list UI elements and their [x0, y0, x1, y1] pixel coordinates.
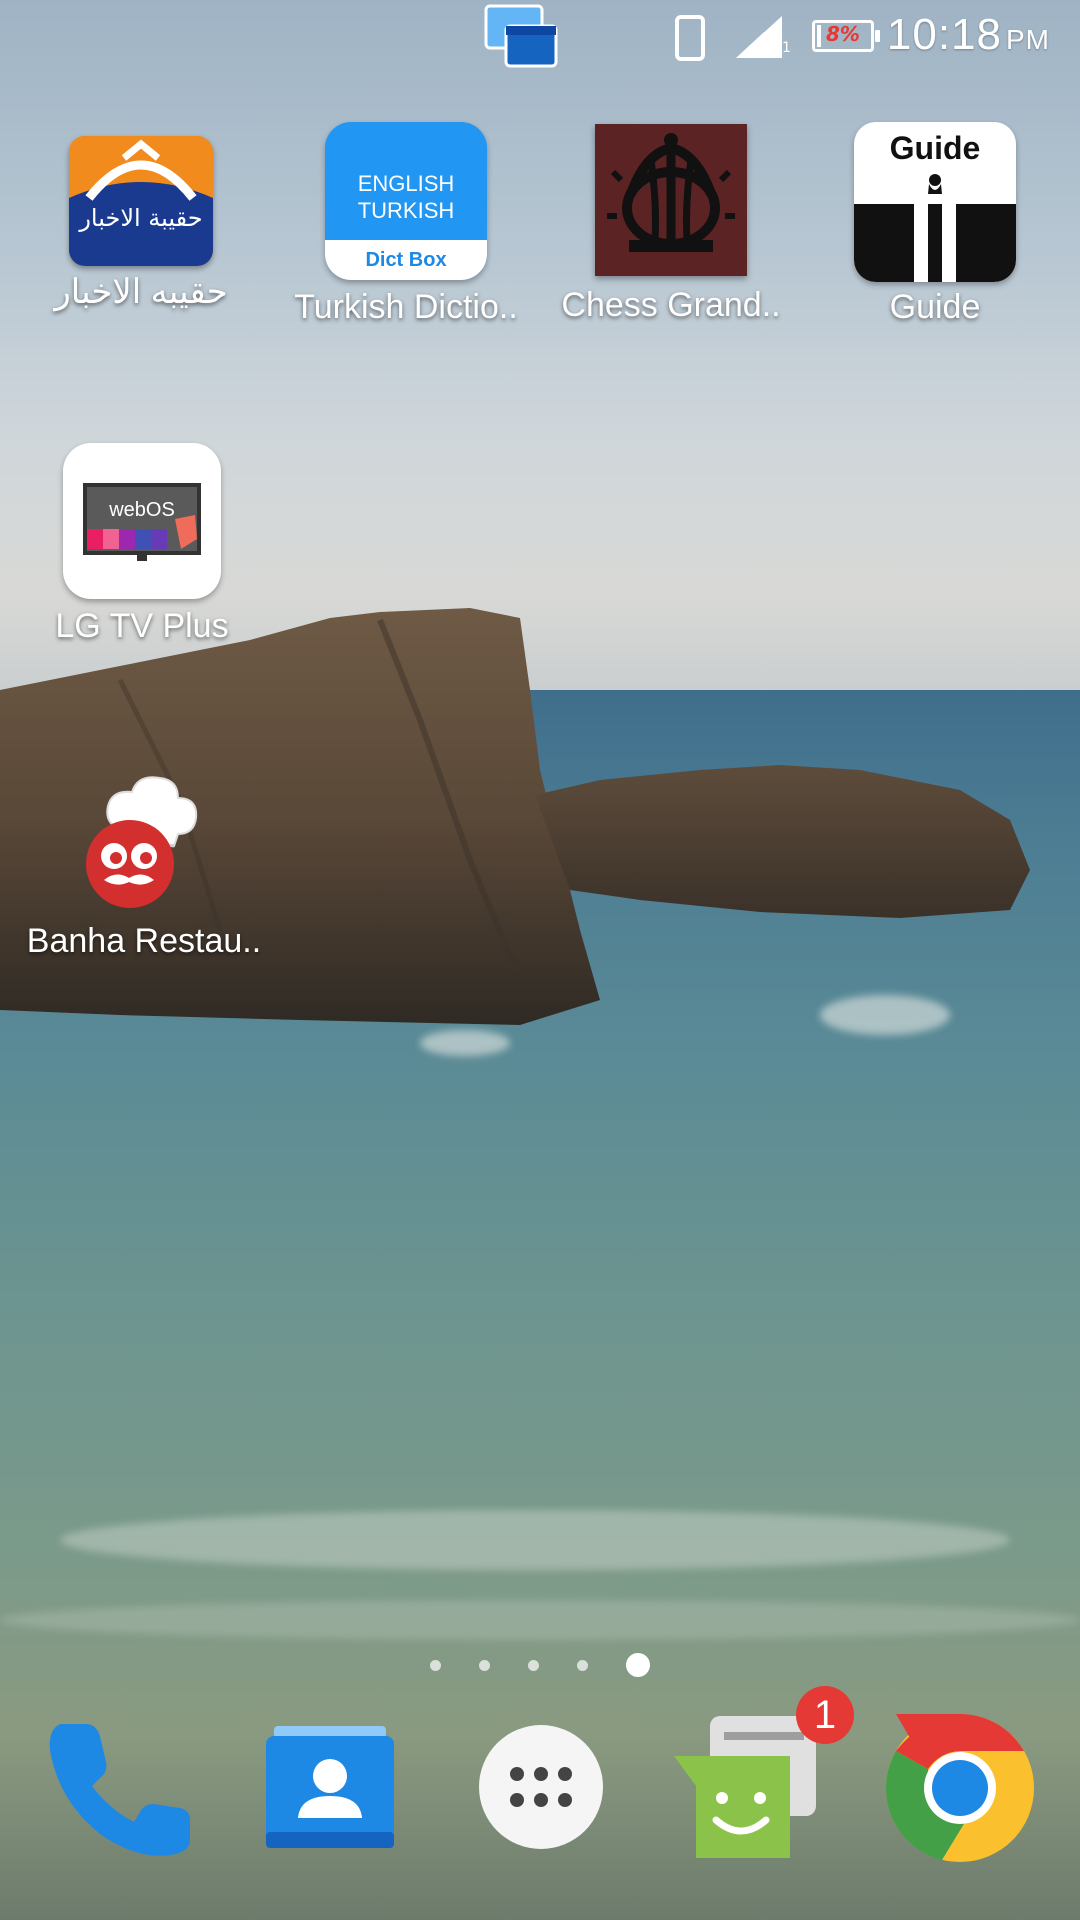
app-chess-grandmaster[interactable]: Chess Grand..: [536, 124, 806, 325]
page-indicator: [0, 1653, 1080, 1683]
app-label: Turkish Dictio..: [294, 288, 518, 326]
page-dot[interactable]: [479, 1659, 490, 1671]
sim-number: 1: [782, 40, 791, 56]
app-news-bag[interactable]: حقيبة الاخبار حقيبه الاخبار: [6, 136, 276, 312]
app-label: حقيبه الاخبار: [54, 273, 228, 311]
dock-contacts[interactable]: [262, 1722, 398, 1860]
dict-icon-text-2: TURKISH: [357, 198, 455, 223]
app-label: Chess Grand..: [561, 286, 781, 324]
dict-icon-text-3: Dict Box: [325, 240, 487, 280]
dock-messages[interactable]: 1: [670, 1686, 860, 1870]
app-lg-tv-plus[interactable]: webOS LG TV Plus: [7, 443, 277, 646]
wave-foam: [60, 1510, 1010, 1570]
phone-icon: [49, 1724, 190, 1856]
tv-icon: webOS: [63, 443, 221, 599]
page-dot-active[interactable]: [626, 1653, 650, 1677]
dict-icon-text-1: ENGLISH: [357, 171, 455, 196]
app-turkish-dictionary[interactable]: ENGLISH TURKISH Dict Box Turkish Dictio.…: [271, 122, 541, 327]
crown-icon: [595, 124, 747, 276]
dock-phone[interactable]: [40, 1710, 200, 1864]
guide-icon: Guide: [854, 122, 1016, 282]
page-dot[interactable]: [528, 1659, 539, 1671]
app-guide[interactable]: Guide Guide: [800, 122, 1070, 327]
phone-status-icon: [675, 15, 705, 61]
wave-foam: [420, 1030, 510, 1056]
dock-chrome[interactable]: [884, 1712, 1036, 1868]
app-label: Guide: [889, 288, 981, 326]
contacts-icon: [266, 1726, 394, 1848]
notification-badge: 1: [796, 1686, 854, 1744]
news-bag-icon-text: حقيبة الاخبار: [79, 204, 203, 232]
battery-icon: 8%: [812, 20, 880, 52]
news-bag-icon: حقيبة الاخبار: [69, 136, 213, 266]
clock: 10:18 PM: [887, 10, 1050, 60]
dock-app-drawer[interactable]: [476, 1722, 606, 1856]
app-banha-restaurant[interactable]: Banha Restau..: [9, 768, 279, 961]
dictionary-icon: ENGLISH TURKISH Dict Box: [325, 122, 487, 280]
app-drawer-icon: [479, 1725, 603, 1849]
status-bar: 1 8% 10:18 PM: [0, 0, 1080, 80]
battery-percent: 8%: [826, 22, 860, 46]
wave-foam: [0, 1600, 1080, 1640]
app-label: LG TV Plus: [55, 607, 229, 645]
page-dot[interactable]: [577, 1659, 588, 1671]
chef-icon: [74, 768, 214, 916]
clock-ampm: PM: [1006, 24, 1050, 55]
page-dot[interactable]: [430, 1659, 441, 1671]
multi-window-icon: [484, 4, 558, 68]
app-label: Banha Restau..: [26, 922, 262, 960]
clock-time: 10:18: [886, 10, 1002, 59]
chrome-icon: [885, 1714, 1034, 1862]
tv-icon-text: webOS: [109, 499, 175, 521]
